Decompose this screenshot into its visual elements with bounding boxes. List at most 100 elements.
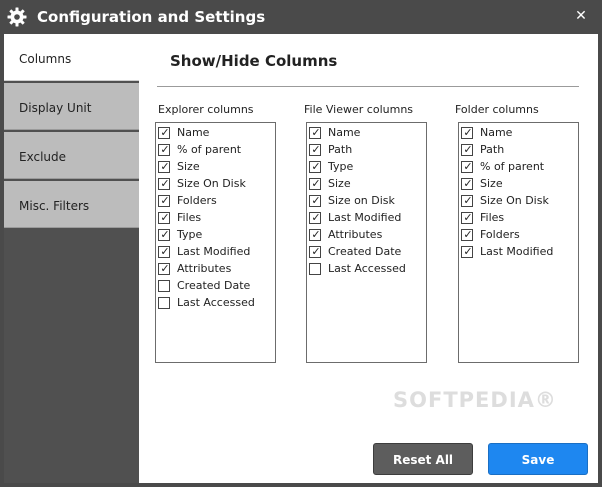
- column-checkbox[interactable]: [158, 280, 170, 292]
- settings-window: Configuration and Settings ✕ Columns Dis…: [0, 0, 602, 487]
- column-option-label: Path: [480, 143, 505, 156]
- column-checkbox[interactable]: ✓: [461, 194, 473, 207]
- column-checkbox[interactable]: ✓: [309, 245, 321, 258]
- column-option-label: Last Accessed: [328, 262, 406, 275]
- sidebar-item-label: Misc. Filters: [19, 199, 90, 213]
- column-option[interactable]: Last Accessed: [309, 261, 425, 278]
- column-checkbox[interactable]: ✓: [158, 143, 170, 156]
- column-option[interactable]: ✓ Path: [461, 142, 577, 159]
- sidebar-item-exclude[interactable]: Exclude: [4, 132, 139, 179]
- file-viewer-columns-title: File Viewer columns: [304, 103, 414, 116]
- column-option[interactable]: ✓ Name: [461, 125, 577, 142]
- column-checkbox[interactable]: ✓: [461, 177, 473, 190]
- checkmark-icon: ✓: [160, 194, 170, 207]
- column-option[interactable]: ✓ Created Date: [309, 244, 425, 261]
- column-option[interactable]: ✓ Size: [158, 159, 274, 176]
- column-option[interactable]: ✓ Last Modified: [158, 244, 274, 261]
- column-checkbox[interactable]: ✓: [461, 211, 473, 224]
- column-option-label: Size on Disk: [328, 194, 395, 207]
- column-option-label: Attributes: [328, 228, 383, 241]
- column-checkbox[interactable]: ✓: [461, 245, 473, 258]
- column-option-label: Size On Disk: [480, 194, 549, 207]
- content-panel: Show/Hide Columns Explorer columns ✓ Name…: [139, 34, 598, 483]
- checkmark-icon: ✓: [311, 211, 321, 224]
- column-checkbox[interactable]: ✓: [309, 160, 321, 173]
- checkmark-icon: ✓: [160, 126, 170, 139]
- column-checkbox[interactable]: ✓: [309, 228, 321, 241]
- column-option-label: Folders: [177, 194, 217, 207]
- column-option[interactable]: ✓ Size on Disk: [309, 193, 425, 210]
- column-option[interactable]: ✓ Size On Disk: [461, 193, 577, 210]
- column-option[interactable]: ✓ Last Modified: [461, 244, 577, 261]
- column-checkbox[interactable]: ✓: [158, 126, 170, 139]
- sidebar-item-display-unit[interactable]: Display Unit: [4, 83, 139, 130]
- column-option[interactable]: ✓ Folders: [158, 193, 274, 210]
- column-option[interactable]: ✓ Files: [461, 210, 577, 227]
- column-option[interactable]: ✓ Type: [309, 159, 425, 176]
- column-option-label: Name: [177, 126, 210, 139]
- column-checkbox[interactable]: [158, 297, 170, 309]
- sidebar-item-misc-filters[interactable]: Misc. Filters: [4, 181, 139, 228]
- checkmark-icon: ✓: [311, 228, 321, 241]
- column-option[interactable]: ✓ Size: [309, 176, 425, 193]
- column-checkbox[interactable]: [309, 263, 321, 275]
- column-checkbox[interactable]: ✓: [461, 143, 473, 156]
- checkmark-icon: ✓: [311, 177, 321, 190]
- column-checkbox[interactable]: ✓: [158, 160, 170, 173]
- column-option[interactable]: ✓ Attributes: [309, 227, 425, 244]
- column-option[interactable]: ✓ % of parent: [461, 159, 577, 176]
- column-option-label: Size: [480, 177, 503, 190]
- folder-columns-title: Folder columns: [455, 103, 539, 116]
- file-viewer-columns-list: ✓ Name ✓ Path ✓ Type ✓ Size ✓ Size on Disk ✓ Last M…: [306, 122, 427, 363]
- column-checkbox[interactable]: ✓: [158, 228, 170, 241]
- column-option-label: Files: [480, 211, 505, 224]
- column-option-label: Folders: [480, 228, 520, 241]
- column-option[interactable]: ✓ Type: [158, 227, 274, 244]
- sidebar-item-columns[interactable]: Columns: [4, 34, 139, 81]
- column-checkbox[interactable]: ✓: [309, 194, 321, 207]
- column-checkbox[interactable]: ✓: [309, 211, 321, 224]
- column-option[interactable]: ✓ Size On Disk: [158, 176, 274, 193]
- column-checkbox[interactable]: ✓: [158, 177, 170, 190]
- column-option[interactable]: ✓ Folders: [461, 227, 577, 244]
- column-option[interactable]: ✓ Last Modified: [309, 210, 425, 227]
- column-checkbox[interactable]: ✓: [158, 262, 170, 275]
- column-option-label: % of parent: [480, 160, 545, 173]
- checkmark-icon: ✓: [160, 211, 170, 224]
- reset-all-button[interactable]: Reset All: [373, 443, 473, 475]
- column-checkbox[interactable]: ✓: [158, 211, 170, 224]
- column-checkbox[interactable]: ✓: [461, 126, 473, 139]
- save-button[interactable]: Save: [488, 443, 588, 475]
- column-option[interactable]: ✓ Path: [309, 142, 425, 159]
- column-checkbox[interactable]: ✓: [158, 194, 170, 207]
- column-checkbox[interactable]: ✓: [461, 228, 473, 241]
- column-option-label: Created Date: [328, 245, 402, 258]
- column-checkbox[interactable]: ✓: [461, 160, 473, 173]
- checkmark-icon: ✓: [463, 143, 473, 156]
- column-option[interactable]: Created Date: [158, 278, 274, 295]
- column-option-label: Attributes: [177, 262, 232, 275]
- column-checkbox[interactable]: ✓: [158, 245, 170, 258]
- checkmark-icon: ✓: [311, 245, 321, 258]
- column-option[interactable]: ✓ Size: [461, 176, 577, 193]
- folder-columns-list: ✓ Name ✓ Path ✓ % of parent ✓ Size ✓ Size On Disk…: [458, 122, 579, 363]
- column-option[interactable]: ✓ Name: [309, 125, 425, 142]
- column-option-label: Size: [328, 177, 351, 190]
- divider: [157, 86, 579, 87]
- window-title: Configuration and Settings: [37, 8, 266, 26]
- column-checkbox[interactable]: ✓: [309, 143, 321, 156]
- column-checkbox[interactable]: ✓: [309, 177, 321, 190]
- page-title: Show/Hide Columns: [170, 52, 338, 70]
- column-option[interactable]: ✓ Name: [158, 125, 274, 142]
- column-option-label: Last Accessed: [177, 296, 255, 309]
- sidebar-item-label: Columns: [19, 52, 72, 66]
- checkmark-icon: ✓: [463, 245, 473, 258]
- column-checkbox[interactable]: ✓: [309, 126, 321, 139]
- checkmark-icon: ✓: [160, 245, 170, 258]
- column-option[interactable]: ✓ Files: [158, 210, 274, 227]
- close-icon[interactable]: ✕: [570, 6, 592, 26]
- column-option[interactable]: Last Accessed: [158, 295, 274, 312]
- column-option[interactable]: ✓ % of parent: [158, 142, 274, 159]
- column-option[interactable]: ✓ Attributes: [158, 261, 274, 278]
- column-option-label: Last Modified: [177, 245, 251, 258]
